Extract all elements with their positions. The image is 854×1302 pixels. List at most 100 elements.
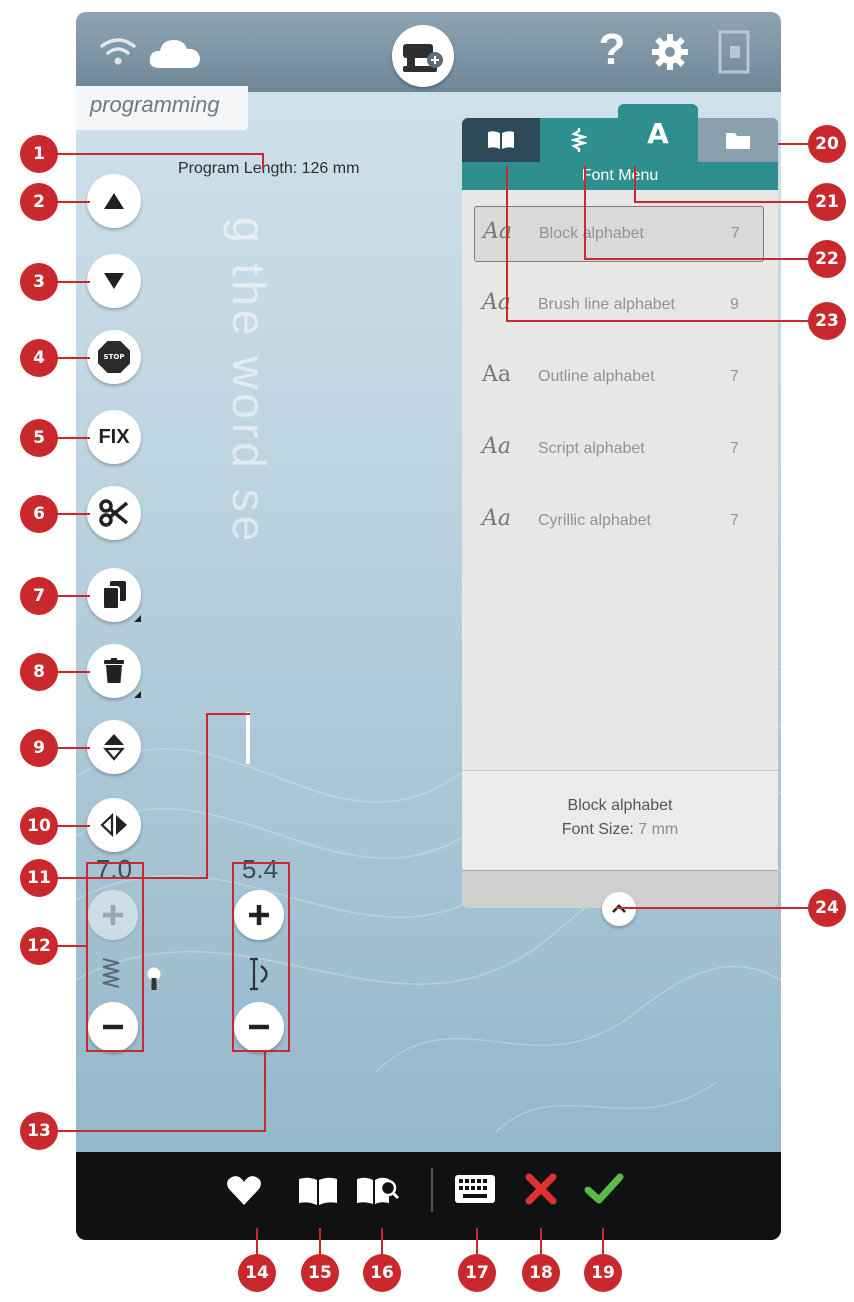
callout-line-23 [506,320,818,322]
callout-1: 1 [20,135,58,173]
callout-12: 12 [20,927,58,965]
font-list: Aa Block alphabet 7 Aa Brush line alphabet 9 A… [462,190,778,770]
font-row-selected[interactable]: Aa Block alphabet 7 [474,206,764,262]
more-options-corner-icon [134,691,141,698]
callout-line-15 [319,1228,321,1256]
callout-21: 21 [808,183,846,221]
callout-box-13 [232,862,290,1052]
font-row[interactable]: Aa Script alphabet 7 [474,422,764,478]
callout-20: 20 [808,125,846,163]
mirror-vertical-icon [103,734,125,761]
move-down-button[interactable] [87,254,141,308]
move-up-button[interactable] [87,174,141,228]
callout-line-22 [584,258,818,260]
tab-file-manager[interactable] [698,118,778,162]
callout-15: 15 [301,1254,339,1292]
scissors-icon [99,499,129,527]
callout-line-23b [506,166,508,322]
mirror-horizontal-button[interactable] [87,798,141,852]
callout-line-11c [206,713,250,715]
callout-23: 23 [808,302,846,340]
callout-18: 18 [522,1254,560,1292]
duplicate-icon [102,581,126,610]
tab-stitch-category[interactable] [540,118,618,162]
font-a-icon: A [647,116,669,150]
program-length: Program Length: 126 mm [178,160,360,177]
font-size: 7 [731,225,740,242]
callout-8: 8 [20,653,58,691]
callout-line-21b [634,166,636,203]
font-row[interactable]: Aa Brush line alphabet 9 [474,278,764,334]
callout-2: 2 [20,183,58,221]
callout-line-18 [540,1228,542,1256]
open-book-icon [488,131,514,149]
sewing-machine-icon [403,44,443,72]
help-icon[interactable]: ? [594,26,630,74]
stitch-menu-book-icon[interactable] [298,1176,338,1206]
exit-icon[interactable] [716,30,752,74]
separator [431,1168,433,1212]
font-sample: Aa [482,362,512,387]
folder-icon [726,133,750,149]
duplicate-button[interactable] [87,568,141,622]
wifi-icon[interactable] [98,34,138,68]
mirror-vertical-button[interactable] [87,720,141,774]
font-row[interactable]: Aa Outline alphabet 7 [474,350,764,406]
tab-stitch-menu[interactable] [462,118,540,162]
font-name: Cyrillic alphabet [538,512,651,529]
font-size-value: 7 mm [638,821,679,838]
triangle-up-icon [104,193,124,209]
callout-line-24 [616,907,818,909]
mode-label: programming [90,92,220,117]
favorite-heart-icon[interactable] [226,1174,262,1206]
top-bar: ? [76,12,781,92]
machine-status-button[interactable] [392,25,454,87]
callout-5: 5 [20,419,58,457]
bottom-bar [76,1152,781,1240]
program-preview-text: g the word se [223,217,275,546]
font-size: 7 [730,440,739,457]
callout-line-13b [264,1052,266,1132]
mirror-horizontal-icon [100,813,127,837]
callout-3: 3 [20,263,58,301]
quick-help-book-icon[interactable] [356,1174,400,1206]
font-name: Brush line alphabet [538,296,675,313]
delete-button[interactable] [87,644,141,698]
font-name: Block alphabet [539,225,644,242]
chevron-up-icon [612,904,626,913]
callout-24: 24 [808,889,846,927]
keyboard-icon[interactable] [454,1174,496,1204]
collapse-panel-button[interactable] [602,892,636,926]
callout-line-14 [256,1228,258,1256]
tab-font-menu[interactable]: A [618,104,698,162]
mode-label-box: programming [76,86,248,130]
page: ? programming Program Length: 126 mm g t… [0,0,854,1302]
callout-6: 6 [20,495,58,533]
settings-gear-icon[interactable] [650,32,690,72]
trash-icon [104,658,124,683]
fix-button[interactable]: FIX [87,410,141,464]
font-name: Outline alphabet [538,368,655,385]
sewing-screen: ? programming Program Length: 126 mm g t… [76,12,781,1240]
font-menu-panel: A Font Menu Aa Block alphabet 7 Aa Brush lin… [462,104,778,926]
font-info-size: Font Size: 7 mm [462,821,778,839]
stitch-zigzag-icon [571,128,587,152]
font-size-label: Font Size: [561,821,634,838]
callout-19: 19 [584,1254,622,1292]
font-size: 7 [730,368,739,385]
font-size: 7 [730,512,739,529]
callout-9: 9 [20,729,58,767]
cloud-icon[interactable] [148,34,202,70]
callout-box-12 [86,862,144,1052]
callout-14: 14 [238,1254,276,1292]
callout-4: 4 [20,339,58,377]
font-menu-title: Font Menu [462,162,778,190]
cancel-x-icon[interactable] [524,1172,558,1206]
callout-22: 22 [808,240,846,278]
font-row[interactable]: Aa Cyrillic alphabet 7 [474,494,764,550]
callout-line-1 [40,153,262,155]
stop-button[interactable]: STOP [87,330,141,384]
cut-thread-button[interactable] [87,486,141,540]
confirm-check-icon[interactable] [584,1172,624,1206]
text-cursor [246,712,250,764]
